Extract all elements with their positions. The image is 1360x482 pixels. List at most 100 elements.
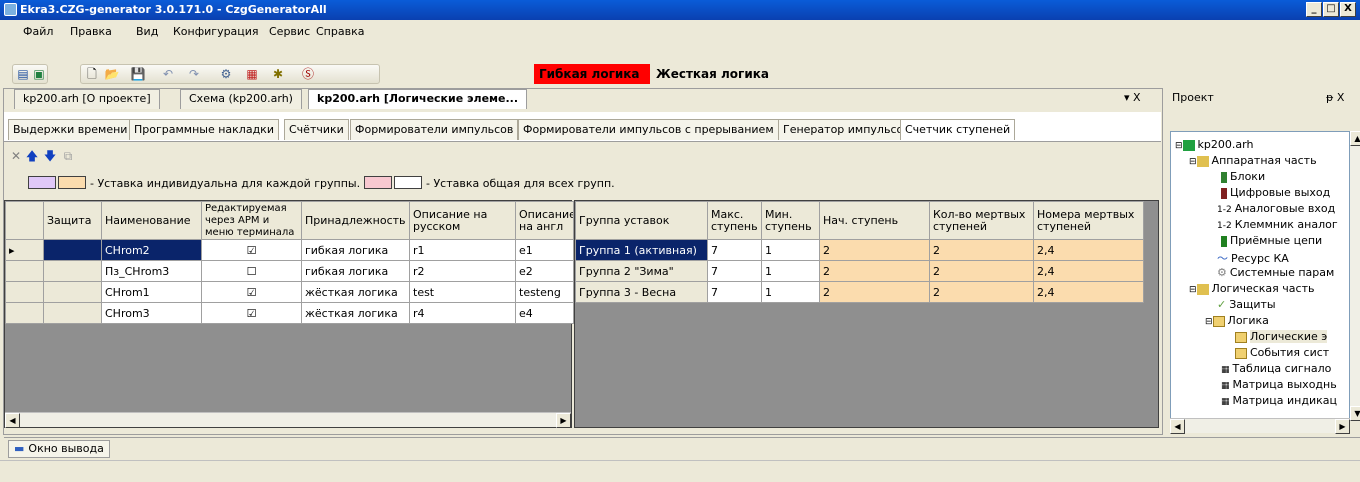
subtab-step-counter[interactable]: Счетчик ступеней: [900, 119, 1016, 140]
subtab-pulse-generator[interactable]: Генератор импульсов: [778, 119, 915, 140]
table-cell[interactable]: 7: [707, 260, 762, 282]
menu-help[interactable]: Справка: [316, 25, 364, 38]
col-header-max-step[interactable]: Макс. ступень: [707, 201, 762, 240]
table-cell[interactable]: 2: [929, 239, 1034, 261]
table-cell[interactable]: testeng: [515, 281, 574, 303]
menu-file[interactable]: Файл: [23, 25, 53, 38]
s-icon[interactable]: Ⓢ: [300, 66, 316, 82]
tree-node-terminal-analog[interactable]: 1-2 Клеммник аналог: [1217, 218, 1338, 231]
col-header-dead-nums[interactable]: Номера мертвых ступеней: [1033, 201, 1144, 240]
table-cell[interactable]: CHrom2: [101, 239, 202, 261]
redo-icon[interactable]: ↷: [186, 66, 202, 82]
table-cell[interactable]: r2: [409, 260, 516, 282]
table-cell[interactable]: r1: [409, 239, 516, 261]
flag-icon[interactable]: ▦: [244, 66, 260, 82]
group-name-cell[interactable]: Группа 3 - Весна: [575, 281, 708, 303]
hard-logic-tab[interactable]: Жесткая логика: [652, 64, 778, 84]
table-cell[interactable]: 2: [929, 260, 1034, 282]
row-selector[interactable]: [5, 281, 44, 303]
scroll-left-icon[interactable]: ◀: [5, 413, 20, 428]
table-cell[interactable]: 2: [819, 260, 930, 282]
col-header-dead-count[interactable]: Кол-во мертвых ступеней: [929, 201, 1034, 240]
table-cell[interactable]: 2: [929, 281, 1034, 303]
tree-scroll-up-icon[interactable]: ▲: [1350, 131, 1360, 146]
scroll-right-icon[interactable]: ▶: [1335, 419, 1350, 434]
table-row[interactable]: CHrom1 ☑ жёсткая логика test testeng: [5, 281, 574, 303]
minimize-button[interactable]: _: [1306, 2, 1322, 17]
group-name-cell[interactable]: Группа 1 (активная): [575, 239, 708, 261]
doc-tab-schema[interactable]: Схема (kp200.arh): [180, 89, 302, 109]
table-row[interactable]: ▸ CHrom2 ☑ гибкая логика r1 e1: [5, 239, 574, 261]
table-cell[interactable]: [43, 239, 102, 261]
menu-view[interactable]: Вид: [136, 25, 158, 38]
open-folder-icon[interactable]: 📂: [104, 66, 120, 82]
tree-node-digital-out[interactable]: Цифровые выход: [1221, 186, 1330, 199]
col-header-editable[interactable]: Редактируемая через АРМ и меню терминала: [201, 201, 302, 240]
editable-checkbox[interactable]: ☑: [201, 302, 302, 324]
col-header-name[interactable]: Наименование: [101, 201, 202, 240]
grid-icon[interactable]: ▤: [15, 66, 31, 82]
editable-checkbox[interactable]: ☐: [201, 260, 302, 282]
group-name-cell[interactable]: Группа 2 "Зима": [575, 260, 708, 282]
tree-node-logic-elements[interactable]: Логические э: [1235, 330, 1328, 343]
scroll-right-icon[interactable]: ▶: [556, 413, 571, 428]
table-cell[interactable]: CHrom3: [101, 302, 202, 324]
row-selector-icon[interactable]: ▸: [5, 239, 44, 261]
row-selector[interactable]: [5, 302, 44, 324]
doc-tab-logic[interactable]: kp200.arh [Логические элеме...: [308, 89, 528, 109]
subtab-soft-overlays[interactable]: Программные накладки: [129, 119, 279, 140]
menu-edit[interactable]: Правка: [70, 25, 112, 38]
doc-close-button[interactable]: ▾ X: [1124, 91, 1141, 104]
tree-node-system-params[interactable]: ⚙ Системные парам: [1217, 266, 1334, 279]
menu-config[interactable]: Конфигурация: [173, 25, 259, 38]
col-header-start-step[interactable]: Нач. ступень: [819, 201, 930, 240]
table-cell[interactable]: 1: [761, 281, 820, 303]
tree-node-output-matrix[interactable]: ▦ Матрица выходнь: [1221, 378, 1337, 391]
tree-node-protections[interactable]: ✓ Защиты: [1217, 298, 1276, 311]
scroll-left-icon[interactable]: ◀: [1170, 419, 1185, 434]
row-selector[interactable]: [5, 260, 44, 282]
delete-icon[interactable]: ✕: [8, 148, 24, 164]
table-cell[interactable]: жёсткая логика: [301, 281, 410, 303]
tree-node-analog-in[interactable]: 1-2 Аналоговые вход: [1217, 202, 1335, 215]
output-window-tab[interactable]: ▬ Окно вывода: [8, 440, 110, 458]
subtab-counters[interactable]: Счётчики: [284, 119, 349, 140]
table-cell[interactable]: 2,4: [1033, 239, 1144, 261]
table-cell[interactable]: [43, 302, 102, 324]
col-header-min-step[interactable]: Мин. ступень: [761, 201, 820, 240]
table-cell[interactable]: 2: [819, 239, 930, 261]
editable-checkbox[interactable]: ☑: [201, 281, 302, 303]
table-cell[interactable]: e1: [515, 239, 574, 261]
doc-tab-about[interactable]: kp200.arh [О проекте]: [14, 89, 160, 109]
tree-node-blocks[interactable]: Блоки: [1221, 170, 1265, 183]
table-cell[interactable]: гибкая логика: [301, 260, 410, 282]
tree-node-receive-circuits[interactable]: Приёмные цепи: [1221, 234, 1322, 247]
subtab-pulse-formers-interrupt[interactable]: Формирователи импульсов с прерыванием: [518, 119, 779, 140]
bug-icon[interactable]: ✱: [270, 66, 286, 82]
table-cell[interactable]: жёсткая логика: [301, 302, 410, 324]
tree-horizontal-scrollbar[interactable]: ◀ ▶: [1170, 418, 1350, 434]
maximize-button[interactable]: □: [1323, 2, 1339, 17]
tree-vertical-scrollbar[interactable]: [1350, 146, 1360, 406]
tree-node-resource[interactable]: ～ Ресурс КА: [1217, 250, 1289, 266]
tree-node-root[interactable]: ⊟ kp200.arh: [1175, 138, 1253, 151]
tree-node-signal-table[interactable]: ▦ Таблица сигнало: [1221, 362, 1331, 375]
tree-node-logic-part[interactable]: ⊟ Логическая часть: [1189, 282, 1314, 295]
menu-service[interactable]: Сервис: [269, 25, 310, 38]
col-header-protection[interactable]: Защита: [43, 201, 102, 240]
table-cell[interactable]: 1: [761, 239, 820, 261]
table-cell[interactable]: 7: [707, 281, 762, 303]
undo-icon[interactable]: ↶: [160, 66, 176, 82]
tree-node-indication-matrix[interactable]: ▦ Матрица индикац: [1221, 394, 1337, 407]
col-header-desc-ru[interactable]: Описание на русском: [409, 201, 516, 240]
table-cell[interactable]: 2,4: [1033, 281, 1144, 303]
col-header-group[interactable]: Группа уставок: [575, 201, 708, 240]
tree-node-logic[interactable]: ⊟ Логика: [1205, 314, 1269, 327]
table-row[interactable]: Пз_CHrom3 ☐ гибкая логика r2 e2: [5, 260, 574, 282]
table-cell[interactable]: 2,4: [1033, 260, 1144, 282]
table-cell[interactable]: 2: [819, 281, 930, 303]
subtab-pulse-formers[interactable]: Формирователи импульсов: [350, 119, 519, 140]
table-cell[interactable]: гибкая логика: [301, 239, 410, 261]
table-cell[interactable]: test: [409, 281, 516, 303]
table-cell[interactable]: [43, 281, 102, 303]
